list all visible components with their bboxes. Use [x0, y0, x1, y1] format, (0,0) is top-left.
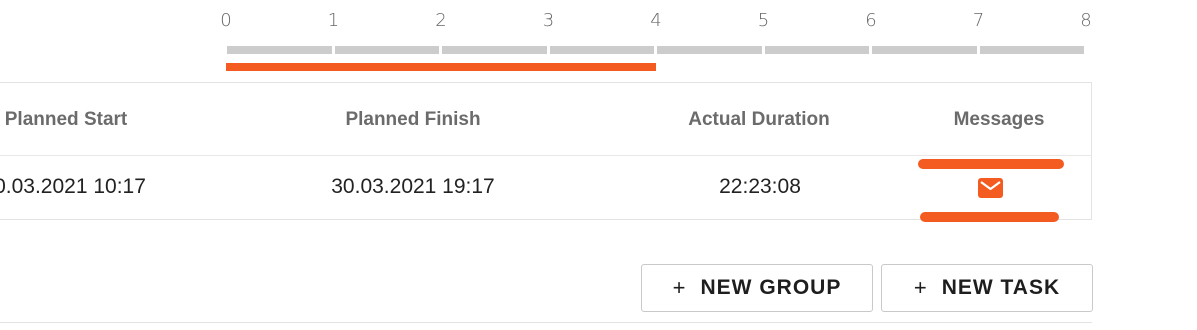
row-divider [0, 155, 1092, 156]
timeline-segment [979, 46, 1084, 54]
new-group-label: NEW GROUP [700, 276, 842, 299]
task-table: Planned Start Planned Finish Actual Dura… [0, 82, 1092, 220]
timeline-segment [549, 46, 654, 54]
timeline-segment [334, 46, 439, 54]
timeline-tick-label: 5 [757, 10, 770, 31]
timeline-tick-label: 3 [542, 10, 555, 31]
timeline-tick-label: 8 [1080, 10, 1092, 31]
new-group-button[interactable]: + NEW GROUP [641, 264, 873, 312]
mail-icon[interactable] [978, 178, 1003, 198]
timeline-tick-label: 7 [972, 10, 985, 31]
message-highlight-bottom [920, 212, 1059, 222]
timeline-segment [657, 46, 762, 54]
timeline-tick-label: 1 [327, 10, 340, 31]
timeline-tick-label: 2 [435, 10, 447, 31]
timeline-tick-label: 4 [650, 10, 662, 31]
message-highlight-top [918, 159, 1064, 169]
footer-divider [0, 322, 1092, 323]
header-planned-start[interactable]: Planned Start [5, 109, 127, 131]
timeline-segment [227, 46, 332, 54]
header-actual-duration[interactable]: Actual Duration [688, 109, 829, 131]
plus-icon: + [913, 275, 928, 300]
header-messages[interactable]: Messages [954, 109, 1045, 131]
timeline-segment [442, 46, 547, 54]
timeline-progress-bar [226, 63, 656, 71]
planned-start-value: 0.03.2021 10:17 [0, 175, 146, 198]
planned-finish-value: 30.03.2021 19:17 [331, 175, 495, 198]
timeline-segment [764, 46, 869, 54]
plus-icon: + [672, 275, 687, 300]
timeline-segment [872, 46, 977, 54]
timeline-tick-label: 0 [220, 10, 232, 31]
header-planned-finish[interactable]: Planned Finish [345, 109, 480, 131]
new-task-label: NEW TASK [941, 276, 1061, 299]
timeline-scale: 0 1 2 3 4 5 6 7 8 [0, 0, 1197, 80]
actual-duration-value: 22:23:08 [719, 175, 801, 198]
timeline-tick-label: 6 [865, 10, 877, 31]
new-task-button[interactable]: + NEW TASK [881, 264, 1093, 312]
